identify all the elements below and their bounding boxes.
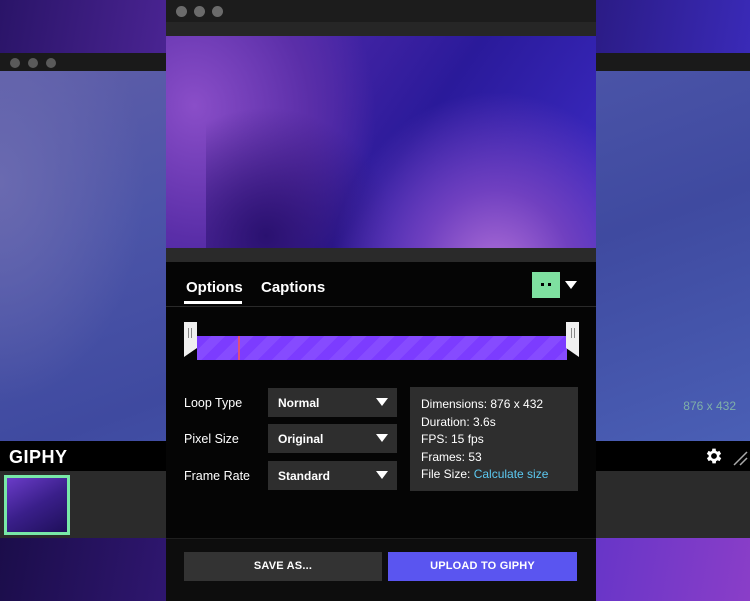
pixel-size-value: Original <box>278 432 324 446</box>
active-tab-indicator <box>184 301 242 304</box>
avatar-eye <box>548 283 551 286</box>
resize-grip-icon[interactable] <box>730 448 748 466</box>
info-file-size: File Size: Calculate size <box>421 466 567 484</box>
giphy-editor-window: Options Captions Loop Type Normal Pixel … <box>166 0 596 601</box>
chevron-down-icon <box>376 471 388 479</box>
close-window-dot[interactable] <box>10 58 20 68</box>
minimize-window-dot[interactable] <box>28 58 38 68</box>
giphy-logo: GIPHY <box>9 447 68 467</box>
loop-type-label: Loop Type <box>184 396 243 410</box>
frame-rate-select[interactable]: Standard <box>268 461 397 490</box>
file-size-label: File Size: <box>421 467 474 481</box>
trim-track[interactable] <box>197 336 567 360</box>
calculate-size-link[interactable]: Calculate size <box>474 467 549 481</box>
tab-captions[interactable]: Captions <box>261 279 325 296</box>
preview-letterbox-top <box>166 22 596 36</box>
upload-to-giphy-button[interactable]: UPLOAD TO GIPHY <box>388 552 577 581</box>
info-fps: FPS: 15 fps <box>421 432 484 446</box>
chevron-down-icon <box>376 434 388 442</box>
chevron-down-icon <box>376 398 388 406</box>
gif-preview <box>166 36 596 248</box>
trim-start-handle[interactable] <box>184 322 197 357</box>
info-duration: Duration: 3.6s <box>421 414 496 429</box>
trim-slider[interactable] <box>184 322 579 362</box>
preview-letterbox-bottom <box>166 248 596 262</box>
frame-rate-label: Frame Rate <box>184 469 250 483</box>
save-as-button[interactable]: SAVE AS... <box>184 552 382 581</box>
frame-rate-value: Standard <box>278 469 331 483</box>
pixel-size-label: Pixel Size <box>184 432 239 446</box>
recent-capture-thumbnail[interactable] <box>4 475 70 535</box>
capture-dimensions-label: 876 x 432 <box>683 399 736 413</box>
info-dimensions: Dimensions: 876 x 432 <box>421 397 544 411</box>
trim-playhead[interactable] <box>237 336 240 360</box>
gif-info-panel: Dimensions: 876 x 432 Duration: 3.6s FPS… <box>410 387 578 491</box>
chevron-down-icon[interactable] <box>565 281 577 289</box>
loop-type-select[interactable]: Normal <box>268 388 397 417</box>
close-window-dot[interactable] <box>176 6 187 17</box>
info-frames: Frames: 53 <box>421 449 482 464</box>
gear-icon[interactable] <box>704 446 724 466</box>
loop-type-value: Normal <box>278 396 320 410</box>
trim-end-handle[interactable] <box>566 322 579 357</box>
zoom-window-dot[interactable] <box>212 6 223 17</box>
pixel-size-select[interactable]: Original <box>268 424 397 453</box>
editor-window-titlebar <box>166 0 596 22</box>
tab-options[interactable]: Options <box>186 279 243 296</box>
avatar-eye <box>541 283 544 286</box>
editor-tabs: Options Captions <box>166 262 596 307</box>
zoom-window-dot[interactable] <box>46 58 56 68</box>
account-avatar-button[interactable] <box>532 272 560 298</box>
minimize-window-dot[interactable] <box>194 6 205 17</box>
